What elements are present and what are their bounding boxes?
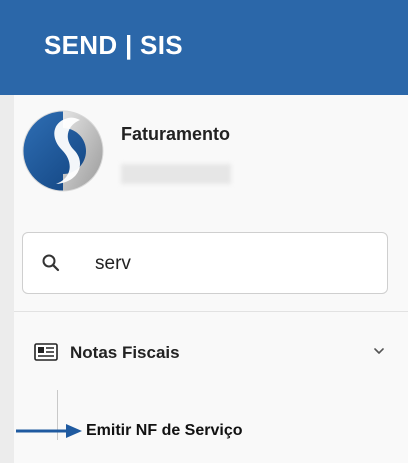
search-input[interactable] xyxy=(95,247,375,281)
chevron-down-icon[interactable] xyxy=(372,344,386,358)
left-strip xyxy=(0,95,14,463)
newspaper-icon xyxy=(34,343,58,361)
module-title: Faturamento xyxy=(121,124,231,144)
app-header: SEND | SIS xyxy=(0,0,408,95)
search-icon xyxy=(42,254,60,272)
menu-group-label: Notas Fiscais xyxy=(70,343,180,362)
menu-group-notas-fiscais[interactable]: Notas Fiscais xyxy=(14,330,408,380)
submenu-item-emitir-nf-servico[interactable]: Emitir NF de Serviço xyxy=(86,422,243,440)
module-subtitle-redacted xyxy=(121,164,231,184)
module-logo xyxy=(22,110,104,192)
app-brand[interactable]: SEND | SIS xyxy=(44,30,183,61)
page: SEND | SIS Faturamento serv Notas Fiscai… xyxy=(0,0,408,463)
section-divider xyxy=(14,311,408,312)
search-box[interactable] xyxy=(22,232,388,294)
arrow-right-icon xyxy=(16,424,82,438)
